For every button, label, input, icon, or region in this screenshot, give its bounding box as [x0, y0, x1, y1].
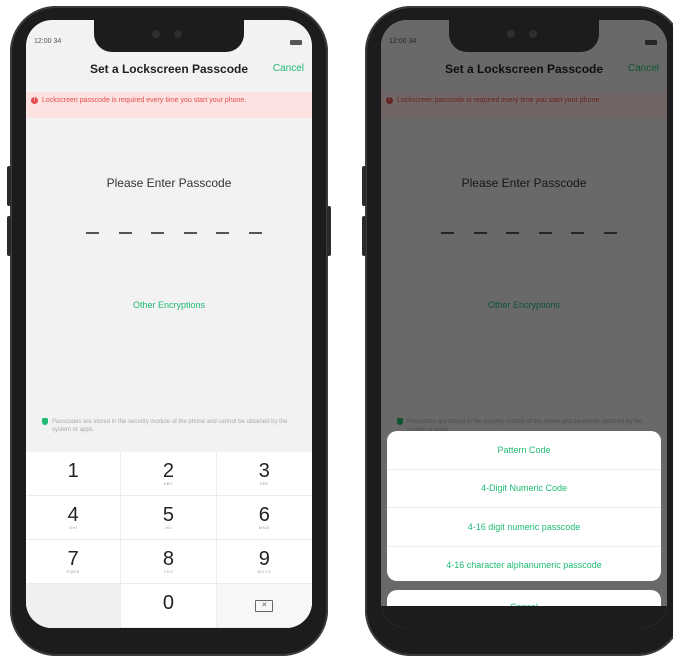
key-digit: 0 — [162, 592, 175, 614]
key-letters: JKL — [164, 525, 173, 530]
passcode-input[interactable] — [86, 232, 262, 234]
key-4[interactable]: 4 GHI — [26, 496, 122, 540]
key-6[interactable]: 6 MNO — [216, 496, 312, 540]
warning-icon: ! — [31, 97, 38, 104]
key-3[interactable]: 3 DEF — [216, 452, 312, 496]
option-4-digit-numeric[interactable]: 4-Digit Numeric Code — [387, 470, 661, 508]
key-8[interactable]: 8 TUV — [121, 540, 217, 584]
key-7[interactable]: 7 PQRS — [26, 540, 122, 584]
key-digit: 7 — [67, 548, 79, 570]
passcode-digit-slot — [183, 232, 197, 234]
passcode-screen: 12:00 34 Set a Lockscreen Passcode Cance… — [26, 20, 312, 628]
numeric-keypad: 1 2 ABC 3 DEF 4 GHI 5 JKL 6 MNO 7 PQRS 8 TUV 9W… — [26, 452, 312, 628]
key-9[interactable]: 9 WXYZ — [216, 540, 312, 584]
key-letters: GHI — [68, 525, 78, 530]
encryption-options-screen: 12:00 34 Set a Lockscreen Passcode Cance… — [381, 20, 667, 628]
passcode-digit-slot — [118, 232, 132, 234]
backspace-icon: ✕ — [255, 599, 274, 612]
notch — [449, 20, 599, 52]
key-letters: ABC — [163, 481, 174, 486]
bottom-bezel — [381, 606, 667, 628]
phone-right: 12:00 34 Set a Lockscreen Passcode Cance… — [362, 6, 673, 656]
option-4-16-digit-numeric[interactable]: 4-16 digit numeric passcode — [387, 508, 661, 547]
key-digit: 2 — [162, 460, 175, 482]
key-digit: 8 — [162, 548, 175, 570]
notch — [94, 20, 244, 52]
key-letters: MNO — [258, 525, 270, 530]
passcode-digit-slot — [151, 232, 165, 234]
battery-icon — [290, 40, 302, 45]
key-digit: 9 — [258, 548, 270, 570]
key-1[interactable]: 1 — [26, 452, 122, 496]
header: Set a Lockscreen Passcode Cancel — [26, 62, 312, 82]
volume-button — [7, 216, 11, 256]
shield-icon — [42, 418, 48, 425]
passcode-digit-slot — [216, 232, 230, 234]
warning-banner: ! Lockscreen passcode is required every … — [26, 92, 312, 118]
passcode-digit-slot — [86, 232, 99, 234]
key-letters: PQRS — [66, 569, 80, 574]
warning-text: Lockscreen passcode is required every ti… — [42, 97, 247, 104]
key-blank — [26, 584, 122, 628]
key-digit: 6 — [258, 504, 270, 526]
passcode-prompt: Please Enter Passcode — [106, 176, 232, 190]
key-letters: WXYZ — [257, 569, 272, 574]
security-note-text: Passcodes are stored in the security mod… — [52, 419, 288, 433]
key-letters: TUV — [163, 569, 174, 574]
option-4-16-alphanumeric[interactable]: 4-16 character alphanumeric passcode — [387, 547, 661, 585]
other-encryptions-link[interactable]: Other Encryptions — [26, 300, 312, 310]
security-note: Passcodes are stored in the security mod… — [42, 418, 302, 434]
power-button — [327, 206, 331, 256]
key-digit: 3 — [258, 460, 270, 482]
page-title: Set a Lockscreen Passcode — [89, 62, 249, 76]
encryption-options-sheet: Pattern Code 4-Digit Numeric Code 4-16 d… — [387, 431, 661, 581]
passcode-digit-slot — [248, 232, 262, 234]
key-5[interactable]: 5 JKL — [121, 496, 217, 540]
phone-left: 12:00 34 Set a Lockscreen Passcode Cance… — [7, 6, 331, 656]
key-digit: 4 — [67, 504, 79, 526]
key-2[interactable]: 2 ABC — [121, 452, 217, 496]
option-pattern-code[interactable]: Pattern Code — [387, 431, 661, 470]
cancel-button[interactable]: Cancel — [273, 63, 304, 74]
key-digit: 5 — [162, 504, 175, 526]
status-time: 12:00 34 — [34, 38, 62, 45]
key-digit: 1 — [67, 460, 79, 482]
volume-button — [7, 166, 11, 206]
backspace-button[interactable]: ✕ — [216, 584, 312, 628]
volume-button — [362, 166, 366, 206]
volume-button — [362, 216, 366, 256]
key-letters: DEF — [259, 481, 270, 486]
key-0[interactable]: 0 — [121, 584, 217, 628]
